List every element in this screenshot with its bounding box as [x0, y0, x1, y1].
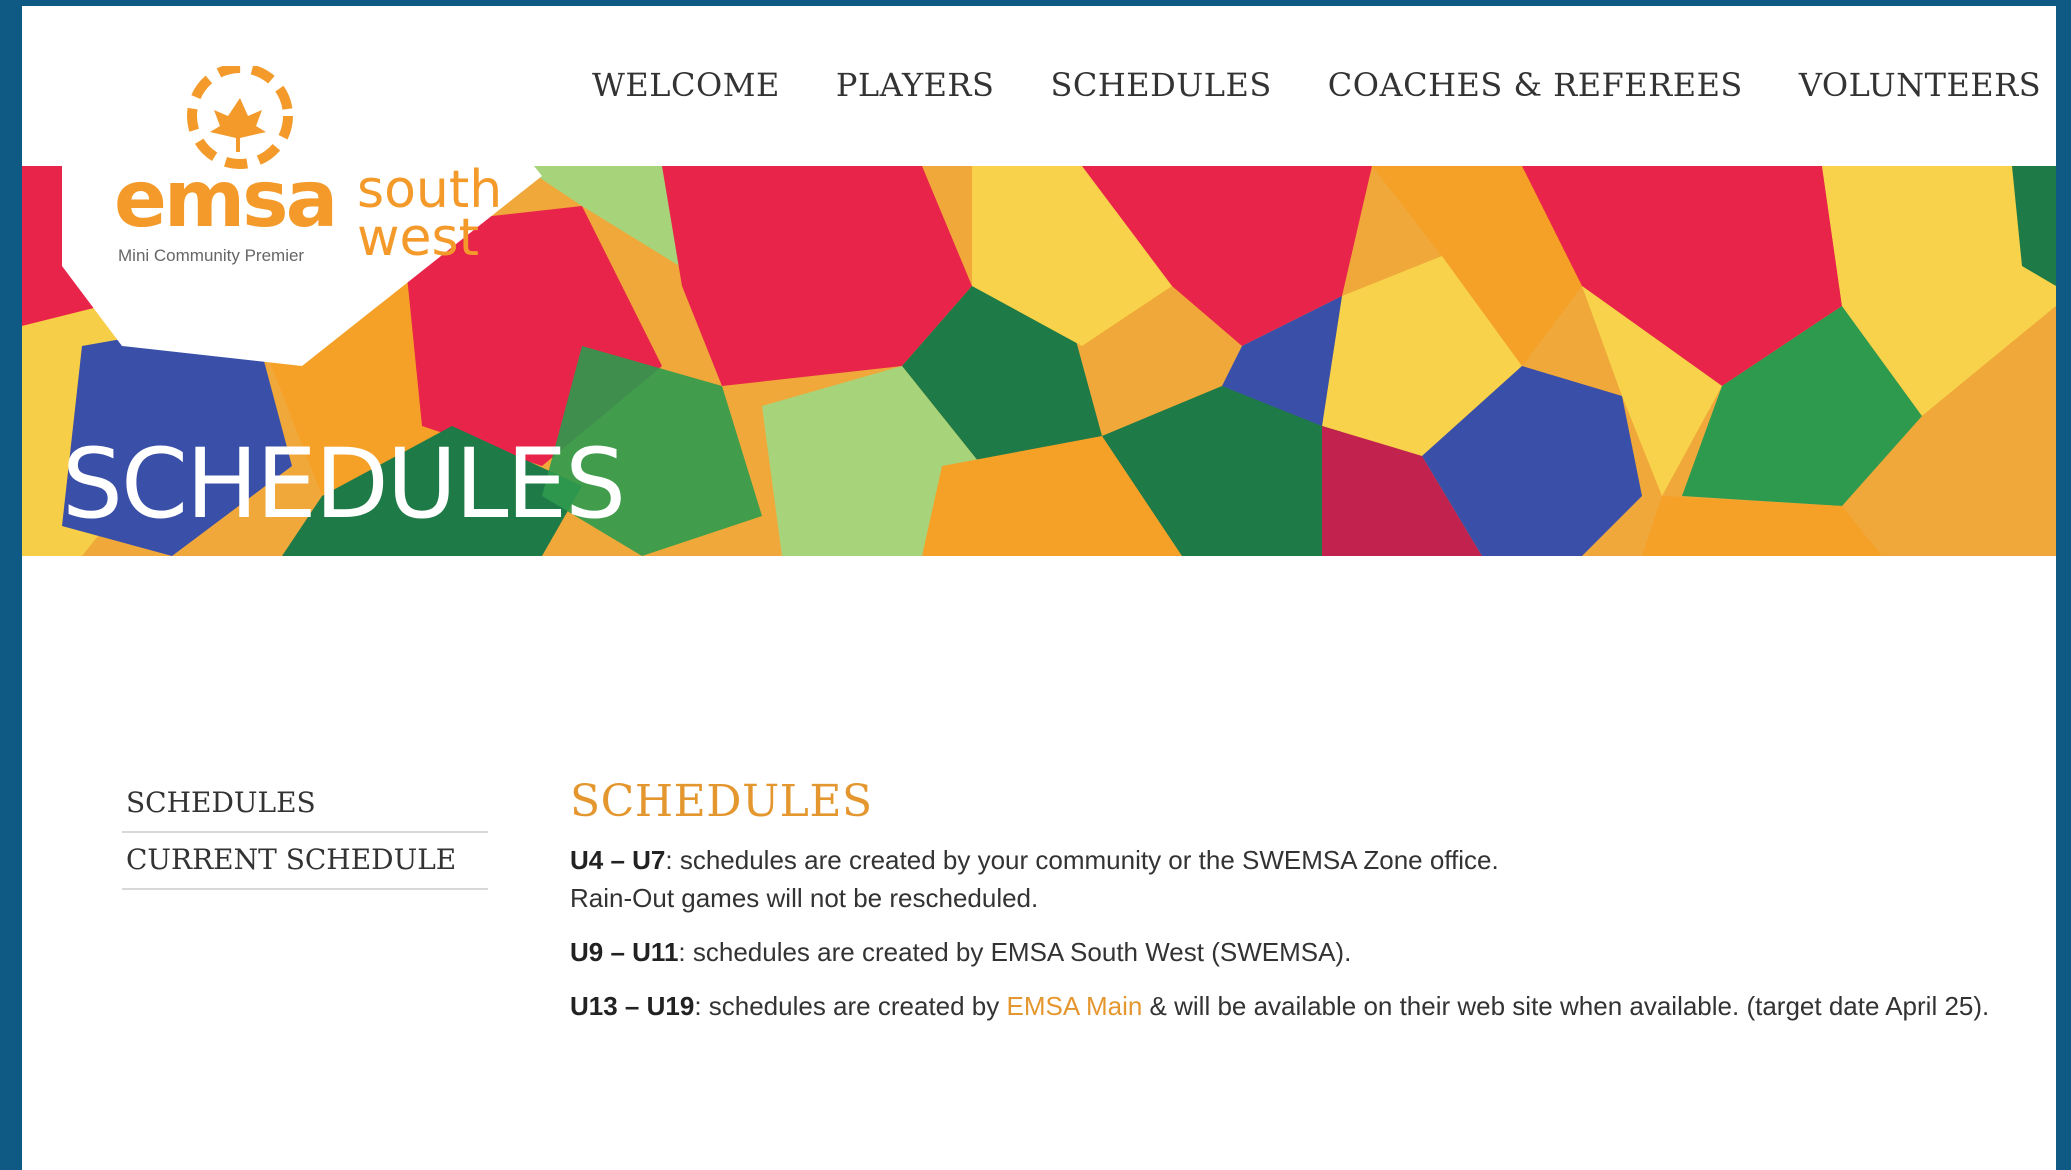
- main-content: SCHEDULES U4 – U7: schedules are created…: [570, 776, 1990, 1041]
- paragraph-u13-u19: U13 – U19: schedules are created by EMSA…: [570, 987, 1990, 1025]
- nav-schedules[interactable]: SCHEDULES: [1050, 66, 1271, 104]
- age-range-u4-u7: U4 – U7: [570, 845, 666, 875]
- age-range-u9-u11: U9 – U11: [570, 937, 679, 967]
- nav-players[interactable]: PLAYERS: [836, 66, 995, 104]
- paragraph-u4-u7: U4 – U7: schedules are created by your c…: [570, 841, 1990, 917]
- sidebar-item-schedules[interactable]: SCHEDULES: [122, 776, 488, 833]
- main-nav: WELCOME PLAYERS SCHEDULES COACHES & REFE…: [592, 66, 2041, 104]
- page-title: SCHEDULES: [570, 776, 873, 827]
- emsa-main-link[interactable]: EMSA Main: [1007, 991, 1143, 1021]
- nav-welcome[interactable]: WELCOME: [592, 66, 780, 104]
- age-range-u13-u19: U13 – U19: [570, 991, 695, 1021]
- site-logo[interactable]: emsa Mini Community Premier south west: [62, 66, 542, 366]
- paragraph-text: : schedules are created by: [694, 991, 1007, 1021]
- paragraph-text: : schedules are created by your communit…: [665, 845, 1499, 875]
- logo-subtitle: Mini Community Premier: [118, 246, 305, 265]
- soccer-ball-icon: [187, 66, 293, 169]
- rain-out-note: Rain-Out games will not be rescheduled.: [570, 883, 1039, 913]
- sidebar-item-current-schedule[interactable]: CURRENT SCHEDULE: [122, 833, 488, 890]
- nav-coaches-referees[interactable]: COACHES & REFEREES: [1328, 66, 1743, 104]
- paragraph-text: : schedules are created by EMSA South We…: [678, 937, 1352, 967]
- page: WELCOME PLAYERS SCHEDULES COACHES & REFE…: [22, 6, 2056, 1170]
- logo-wordmark: emsa: [114, 155, 338, 245]
- nav-volunteers[interactable]: VOLUNTEERS: [1799, 66, 2041, 104]
- paragraph-text: & will be available on their web site wh…: [1142, 991, 1990, 1021]
- banner-title: SCHEDULES: [62, 428, 626, 540]
- logo-region: south west: [357, 160, 503, 268]
- sidebar-nav: SCHEDULES CURRENT SCHEDULE: [122, 776, 488, 890]
- paragraph-u9-u11: U9 – U11: schedules are created by EMSA …: [570, 933, 1990, 971]
